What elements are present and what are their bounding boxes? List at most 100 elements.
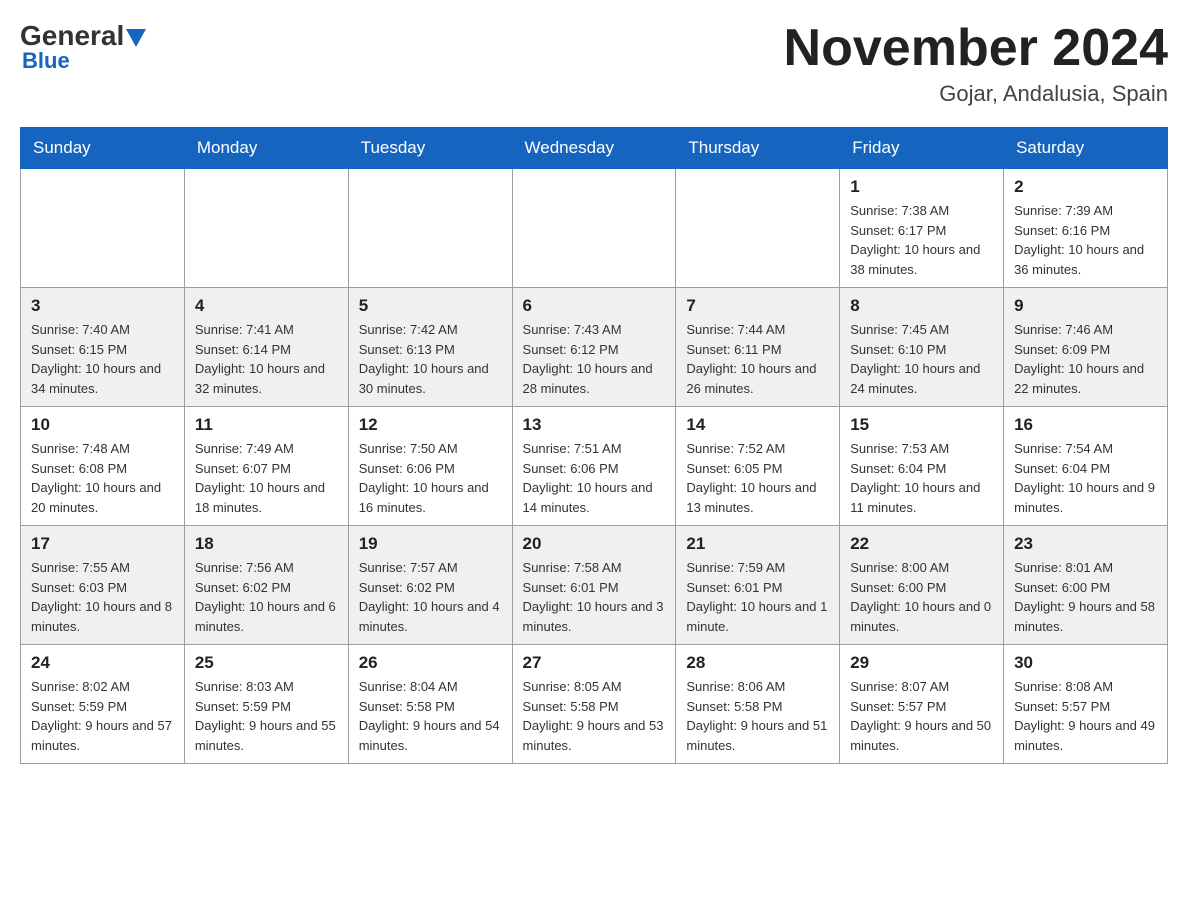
calendar-day: 17Sunrise: 7:55 AMSunset: 6:03 PMDayligh… xyxy=(21,526,185,645)
weekday-header-monday: Monday xyxy=(184,128,348,169)
day-number: 19 xyxy=(359,534,502,554)
calendar-day: 11Sunrise: 7:49 AMSunset: 6:07 PMDayligh… xyxy=(184,407,348,526)
day-info: Sunrise: 7:41 AMSunset: 6:14 PMDaylight:… xyxy=(195,320,338,398)
calendar-day: 2 Sunrise: 7:39 AMSunset: 6:16 PMDaylight… xyxy=(1004,169,1168,288)
day-number: 23 xyxy=(1014,534,1157,554)
day-info: Sunrise: 7:57 AMSunset: 6:02 PMDaylight:… xyxy=(359,558,502,636)
day-number: 27 xyxy=(523,653,666,673)
calendar-day: 13 Sunrise: 7:51 AMSunset: 6:06 PMDayligh… xyxy=(512,407,676,526)
calendar-week-2: 3Sunrise: 7:40 AMSunset: 6:15 PMDaylight… xyxy=(21,288,1168,407)
calendar-week-4: 17Sunrise: 7:55 AMSunset: 6:03 PMDayligh… xyxy=(21,526,1168,645)
day-info: Sunrise: 8:00 AMSunset: 6:00 PMDaylight:… xyxy=(850,558,993,636)
calendar-day: 23 Sunrise: 8:01 AMSunset: 6:00 PMDayligh… xyxy=(1004,526,1168,645)
day-number: 15 xyxy=(850,415,993,435)
day-info: Sunrise: 8:03 AMSunset: 5:59 PMDaylight:… xyxy=(195,677,338,755)
day-info: Sunrise: 8:08 AMSunset: 5:57 PMDaylight:… xyxy=(1014,677,1157,755)
weekday-header-friday: Friday xyxy=(840,128,1004,169)
logo-triangle-icon xyxy=(126,29,146,47)
calendar-week-5: 24 Sunrise: 8:02 AMSunset: 5:59 PMDayligh… xyxy=(21,645,1168,764)
day-number: 16 xyxy=(1014,415,1157,435)
day-info: Sunrise: 7:49 AMSunset: 6:07 PMDaylight:… xyxy=(195,439,338,517)
day-number: 24 xyxy=(31,653,174,673)
day-number: 7 xyxy=(686,296,829,316)
day-number: 12 xyxy=(359,415,502,435)
calendar-week-3: 10Sunrise: 7:48 AMSunset: 6:08 PMDayligh… xyxy=(21,407,1168,526)
day-info: Sunrise: 7:56 AMSunset: 6:02 PMDaylight:… xyxy=(195,558,338,636)
weekday-header-wednesday: Wednesday xyxy=(512,128,676,169)
day-info: Sunrise: 7:42 AMSunset: 6:13 PMDaylight:… xyxy=(359,320,502,398)
calendar-day: 4Sunrise: 7:41 AMSunset: 6:14 PMDaylight… xyxy=(184,288,348,407)
day-info: Sunrise: 7:46 AMSunset: 6:09 PMDaylight:… xyxy=(1014,320,1157,398)
day-info: Sunrise: 7:59 AMSunset: 6:01 PMDaylight:… xyxy=(686,558,829,636)
calendar-day xyxy=(21,169,185,288)
calendar-day: 5 Sunrise: 7:42 AMSunset: 6:13 PMDaylight… xyxy=(348,288,512,407)
calendar-day xyxy=(512,169,676,288)
calendar-day: 26Sunrise: 8:04 AMSunset: 5:58 PMDayligh… xyxy=(348,645,512,764)
calendar-day: 28 Sunrise: 8:06 AMSunset: 5:58 PMDayligh… xyxy=(676,645,840,764)
logo: General Blue xyxy=(20,20,146,74)
logo-blue: Blue xyxy=(22,48,70,74)
day-info: Sunrise: 8:06 AMSunset: 5:58 PMDaylight:… xyxy=(686,677,829,755)
calendar-day: 21 Sunrise: 7:59 AMSunset: 6:01 PMDayligh… xyxy=(676,526,840,645)
calendar-day: 14 Sunrise: 7:52 AMSunset: 6:05 PMDayligh… xyxy=(676,407,840,526)
day-info: Sunrise: 7:44 AMSunset: 6:11 PMDaylight:… xyxy=(686,320,829,398)
calendar-day xyxy=(676,169,840,288)
calendar-day: 7 Sunrise: 7:44 AMSunset: 6:11 PMDaylight… xyxy=(676,288,840,407)
calendar-day xyxy=(348,169,512,288)
weekday-header-saturday: Saturday xyxy=(1004,128,1168,169)
calendar-day: 18 Sunrise: 7:56 AMSunset: 6:02 PMDayligh… xyxy=(184,526,348,645)
calendar-day: 25 Sunrise: 8:03 AMSunset: 5:59 PMDayligh… xyxy=(184,645,348,764)
day-number: 14 xyxy=(686,415,829,435)
day-number: 20 xyxy=(523,534,666,554)
day-number: 9 xyxy=(1014,296,1157,316)
calendar-header-row: SundayMondayTuesdayWednesdayThursdayFrid… xyxy=(21,128,1168,169)
day-number: 26 xyxy=(359,653,502,673)
day-info: Sunrise: 7:45 AMSunset: 6:10 PMDaylight:… xyxy=(850,320,993,398)
day-number: 30 xyxy=(1014,653,1157,673)
weekday-header-sunday: Sunday xyxy=(21,128,185,169)
calendar-day: 8 Sunrise: 7:45 AMSunset: 6:10 PMDaylight… xyxy=(840,288,1004,407)
day-info: Sunrise: 7:43 AMSunset: 6:12 PMDaylight:… xyxy=(523,320,666,398)
day-info: Sunrise: 8:01 AMSunset: 6:00 PMDaylight:… xyxy=(1014,558,1157,636)
calendar: SundayMondayTuesdayWednesdayThursdayFrid… xyxy=(20,127,1168,764)
day-number: 2 xyxy=(1014,177,1157,197)
calendar-day: 1 Sunrise: 7:38 AMSunset: 6:17 PMDaylight… xyxy=(840,169,1004,288)
calendar-day xyxy=(184,169,348,288)
day-number: 5 xyxy=(359,296,502,316)
day-number: 1 xyxy=(850,177,993,197)
calendar-day: 30 Sunrise: 8:08 AMSunset: 5:57 PMDayligh… xyxy=(1004,645,1168,764)
day-number: 22 xyxy=(850,534,993,554)
title-area: November 2024 Gojar, Andalusia, Spain xyxy=(784,20,1168,107)
day-number: 13 xyxy=(523,415,666,435)
day-info: Sunrise: 7:48 AMSunset: 6:08 PMDaylight:… xyxy=(31,439,174,517)
calendar-week-1: 1 Sunrise: 7:38 AMSunset: 6:17 PMDaylight… xyxy=(21,169,1168,288)
day-number: 6 xyxy=(523,296,666,316)
day-info: Sunrise: 8:02 AMSunset: 5:59 PMDaylight:… xyxy=(31,677,174,755)
day-info: Sunrise: 8:07 AMSunset: 5:57 PMDaylight:… xyxy=(850,677,993,755)
calendar-day: 20 Sunrise: 7:58 AMSunset: 6:01 PMDayligh… xyxy=(512,526,676,645)
location-title: Gojar, Andalusia, Spain xyxy=(784,81,1168,107)
day-number: 17 xyxy=(31,534,174,554)
calendar-day: 19 Sunrise: 7:57 AMSunset: 6:02 PMDayligh… xyxy=(348,526,512,645)
day-info: Sunrise: 7:38 AMSunset: 6:17 PMDaylight:… xyxy=(850,201,993,279)
day-number: 25 xyxy=(195,653,338,673)
day-number: 18 xyxy=(195,534,338,554)
day-info: Sunrise: 7:53 AMSunset: 6:04 PMDaylight:… xyxy=(850,439,993,517)
calendar-day: 22 Sunrise: 8:00 AMSunset: 6:00 PMDayligh… xyxy=(840,526,1004,645)
day-number: 21 xyxy=(686,534,829,554)
calendar-day: 9 Sunrise: 7:46 AMSunset: 6:09 PMDaylight… xyxy=(1004,288,1168,407)
day-number: 8 xyxy=(850,296,993,316)
day-info: Sunrise: 8:05 AMSunset: 5:58 PMDaylight:… xyxy=(523,677,666,755)
day-info: Sunrise: 7:51 AMSunset: 6:06 PMDaylight:… xyxy=(523,439,666,517)
calendar-day: 6 Sunrise: 7:43 AMSunset: 6:12 PMDaylight… xyxy=(512,288,676,407)
day-info: Sunrise: 7:52 AMSunset: 6:05 PMDaylight:… xyxy=(686,439,829,517)
day-info: Sunrise: 7:39 AMSunset: 6:16 PMDaylight:… xyxy=(1014,201,1157,279)
weekday-header-thursday: Thursday xyxy=(676,128,840,169)
day-info: Sunrise: 7:54 AMSunset: 6:04 PMDaylight:… xyxy=(1014,439,1157,517)
header: General Blue November 2024 Gojar, Andalu… xyxy=(20,20,1168,107)
day-number: 28 xyxy=(686,653,829,673)
day-info: Sunrise: 7:58 AMSunset: 6:01 PMDaylight:… xyxy=(523,558,666,636)
weekday-header-tuesday: Tuesday xyxy=(348,128,512,169)
calendar-day: 12Sunrise: 7:50 AMSunset: 6:06 PMDayligh… xyxy=(348,407,512,526)
calendar-day: 24 Sunrise: 8:02 AMSunset: 5:59 PMDayligh… xyxy=(21,645,185,764)
